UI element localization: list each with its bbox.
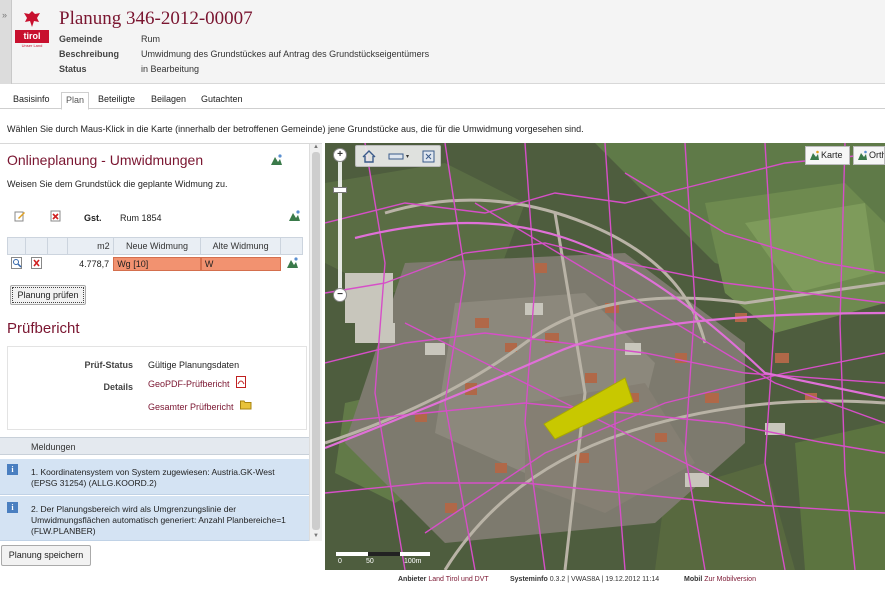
orthofoto-layer-icon <box>858 150 867 160</box>
onlineplanung-heading: Onlineplanung - Umwidmungen <box>7 152 204 168</box>
collapse-strip[interactable]: » <box>0 0 12 84</box>
info-icon: i <box>7 502 18 513</box>
orthofoto-button-label: Orthofoto <box>869 150 885 160</box>
alte-widmung-cell: W <box>200 257 281 272</box>
tab-bar: Basisinfo Plan Beteiligte Beilagen Gutac… <box>0 90 885 110</box>
gesamter-pruefbericht-link[interactable]: Gesamter Prüfbericht <box>148 402 234 412</box>
meldungen-title: Meldungen <box>31 442 76 452</box>
panel-scrollbar[interactable]: ▲ ▼ <box>309 144 322 541</box>
pruefbericht-heading: Prüfbericht <box>7 320 80 337</box>
map-view[interactable] <box>325 143 885 570</box>
gst-value: Rum 1854 <box>120 213 162 223</box>
footer-systeminfo: Systeminfo 0.3.2 | VWAS8A | 19.12.2012 1… <box>510 576 660 583</box>
widmung-table: m2 Neue Widmung Alte Widmung 4.778,7 Wg … <box>7 237 303 274</box>
page-title: Planung 346-2012-00007 <box>59 8 253 29</box>
zoom-in-icon[interactable]: + <box>333 148 347 162</box>
expand-icon[interactable]: » <box>2 10 7 20</box>
scale-label-0: 0 <box>338 558 342 565</box>
delete-row-icon[interactable] <box>31 257 43 270</box>
measure-icon[interactable] <box>388 151 410 162</box>
beschreibung-label: Beschreibung <box>59 49 120 59</box>
planung-speichern-button[interactable]: Planung speichern <box>1 545 91 566</box>
tab-beteiligte[interactable]: Beteiligte <box>98 94 135 104</box>
anbieter-link[interactable]: Land Tirol und DVT <box>428 576 488 583</box>
scroll-up-icon[interactable]: ▲ <box>313 144 319 150</box>
home-icon[interactable] <box>362 150 376 163</box>
zoom-slider-handle[interactable] <box>333 187 347 193</box>
meldung-item: i 2. Der Planungsbereich wird als Umgren… <box>0 496 309 541</box>
planung-pruefen-button[interactable]: Planung prüfen <box>10 285 86 305</box>
orthofoto-button[interactable]: Orthofoto <box>853 146 885 165</box>
fullscreen-icon[interactable] <box>422 150 435 163</box>
col-header-neue-widmung[interactable]: Neue Widmung <box>112 237 202 255</box>
locate-row-icon[interactable] <box>286 257 299 269</box>
logo-text: tirol <box>15 30 49 43</box>
karte-button[interactable]: Karte <box>805 146 850 165</box>
mobilversion-link[interactable]: Zur Mobilversion <box>704 576 756 583</box>
onlineplanung-subtitle: Weisen Sie dem Grundstück die geplante W… <box>7 179 228 189</box>
pdf-icon[interactable] <box>236 376 247 388</box>
delete-icon[interactable] <box>50 210 62 222</box>
aerial-map[interactable] <box>325 143 885 570</box>
tab-basisinfo[interactable]: Basisinfo <box>13 94 50 104</box>
scale-bar: 0 50 100m <box>336 552 436 566</box>
col-header-blank <box>46 237 68 255</box>
details-label: Details <box>103 382 133 392</box>
map-toolbar <box>355 145 441 167</box>
footer-anbieter: Anbieter Land Tirol und DVT <box>398 576 489 583</box>
gemeinde-value: Rum <box>141 34 161 44</box>
status-label: Status <box>59 64 87 74</box>
scale-label-100: 100m <box>404 558 422 565</box>
col-header-blank <box>280 237 303 255</box>
gemeinde-label: Gemeinde <box>59 34 103 44</box>
status-value: in Bearbeitung <box>141 64 200 74</box>
pruef-status-label: Prüf-Status <box>84 360 133 370</box>
footer: Anbieter Land Tirol und DVT Systeminfo 0… <box>0 572 885 590</box>
logo-subtext: Unser Land <box>21 43 43 48</box>
tab-beilagen[interactable]: Beilagen <box>151 94 186 104</box>
col-header-blank <box>24 237 48 255</box>
karte-button-label: Karte <box>821 150 843 160</box>
info-icon: i <box>7 464 18 475</box>
tab-gutachten[interactable]: Gutachten <box>201 94 243 104</box>
systeminfo-value: 0.3.2 | VWAS8A | 19.12.2012 11:14 <box>549 576 660 583</box>
edit-icon[interactable] <box>14 210 26 222</box>
m2-value: 4.778,7 <box>79 259 110 270</box>
zoom-row-icon[interactable] <box>10 257 23 270</box>
page-header: » tirol Unser Land Planung 346-2012-0000… <box>0 0 885 84</box>
zoom-track[interactable] <box>338 158 342 293</box>
gst-label: Gst. <box>84 213 102 223</box>
scale-label-50: 50 <box>366 558 374 565</box>
zoom-to-map-icon[interactable] <box>270 154 283 166</box>
eagle-icon <box>24 11 40 27</box>
col-header-blank <box>7 237 26 255</box>
col-header-alte-widmung[interactable]: Alte Widmung <box>200 237 281 255</box>
table-row: 4.778,7 Wg [10] W <box>8 255 303 274</box>
meldung-text: 1. Koordinatensystem von System zugewies… <box>31 467 275 488</box>
pruef-status-value: Gültige Planungsdaten <box>148 360 240 370</box>
beschreibung-value: Umwidmung des Grundstückes auf Antrag de… <box>141 49 430 59</box>
tab-plan[interactable]: Plan <box>61 92 90 110</box>
col-header-m2: m2 <box>66 237 114 255</box>
scroll-down-icon[interactable]: ▼ <box>313 533 319 539</box>
footer-mobil: Mobil Zur Mobilversion <box>684 576 756 583</box>
meldung-item: i 1. Koordinatensystem von System zugewi… <box>0 459 309 495</box>
meldung-text: 2. Der Planungsbereich wird als Umgrenzu… <box>31 504 286 536</box>
folder-icon[interactable] <box>240 399 252 410</box>
map-layer-icon <box>810 150 819 160</box>
zoom-out-icon[interactable]: − <box>333 288 347 302</box>
tirol-logo: tirol Unser Land <box>15 10 49 48</box>
zoom-control[interactable]: + − <box>333 148 347 302</box>
neue-widmung-cell[interactable]: Wg [10] <box>113 257 201 272</box>
instruction-text: Wählen Sie durch Maus-Klick in die Karte… <box>7 124 584 134</box>
locate-parcel-icon[interactable] <box>288 210 301 222</box>
scroll-thumb[interactable] <box>312 152 320 530</box>
geopdf-pruefbericht-link[interactable]: GeoPDF-Prüfbericht <box>148 379 230 389</box>
meldungen-header: Meldungen <box>0 437 309 455</box>
